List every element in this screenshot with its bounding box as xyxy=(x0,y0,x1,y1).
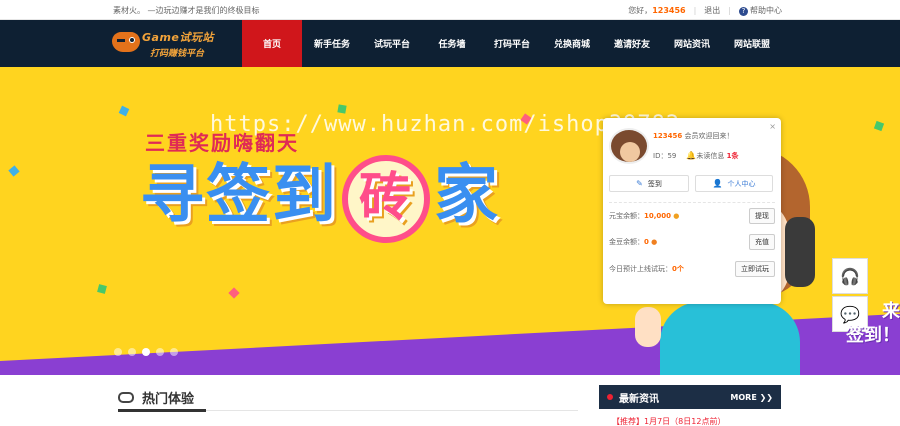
user-info-popup: × 123456 会员欢迎回来！ ID：59 🔔未读信息 1条 ✎ 签到 👤 个人中… xyxy=(603,118,781,304)
latest-news-title: 最新资讯 xyxy=(619,393,659,405)
user-id-value: 59 xyxy=(667,152,677,160)
coin-icon: ● xyxy=(673,212,680,220)
unread-messages[interactable]: 🔔未读信息 1条 xyxy=(686,151,738,161)
headphone-icon xyxy=(785,217,815,287)
logout-link[interactable]: 退出 xyxy=(704,5,720,16)
user-center-button[interactable]: 👤 个人中心 xyxy=(695,175,773,192)
help-icon: ? xyxy=(739,7,748,16)
top-right-links: 您好，123456 | 退出 | ? 帮助中心 xyxy=(628,5,782,16)
today-label: 今日预计上线试玩： xyxy=(609,265,672,273)
bean-icon: ● xyxy=(651,238,658,246)
divider: | xyxy=(728,6,731,15)
headset-icon[interactable]: 🎧 xyxy=(832,258,868,294)
user-greeting: 您好，123456 xyxy=(628,5,685,16)
yuanbao-label: 元宝余额： xyxy=(609,212,644,220)
nav-item-newbie-tasks[interactable]: 新手任务 xyxy=(302,20,362,67)
nav-item-coding-platform[interactable]: 打码平台 xyxy=(482,20,542,67)
today-trial-row: 今日预计上线试玩：0个 立即试玩 xyxy=(609,261,775,277)
banner-headline: 寻签到砖家 xyxy=(140,155,500,243)
checkin-float-text[interactable]: 来 签到！ xyxy=(840,300,900,348)
today-trial-count: 今日预计上线试玩：0个 xyxy=(609,264,684,274)
headline-brick: 砖 xyxy=(342,155,430,243)
news-more-label: MORE xyxy=(730,392,757,402)
carousel-dot[interactable] xyxy=(170,348,178,356)
yuanbao-balance: 元宝余额：10,000 ● xyxy=(609,211,679,221)
user-center-label: 个人中心 xyxy=(727,179,756,188)
carousel-dot-active[interactable] xyxy=(142,348,150,356)
jindou-value: 0 xyxy=(644,238,649,246)
latest-news-header: 最新资讯 MORE ❯❯ xyxy=(599,385,781,409)
logo-subtitle: 打码赚钱平台 xyxy=(150,49,205,59)
user-icon: 👤 xyxy=(712,179,723,188)
jindou-row: 金豆余额：0 ● 充值 xyxy=(609,234,775,250)
confetti-shape xyxy=(873,120,885,132)
top-utility-bar: 素材火。 —边玩边赚才是我们的终极目标 您好，123456 | 退出 | ? 帮助… xyxy=(0,0,900,20)
character-body xyxy=(660,302,800,375)
greeting-label: 您好， xyxy=(628,6,653,15)
nav-item-home[interactable]: 首页 xyxy=(242,20,302,67)
checkin-line-1: 来 xyxy=(882,301,900,322)
yuanbao-value: 10,000 xyxy=(644,212,672,220)
site-logo[interactable]: Game试玩站 打码赚钱平台 xyxy=(112,24,230,62)
carousel-dot[interactable] xyxy=(156,348,164,356)
jindou-balance: 金豆余额：0 ● xyxy=(609,237,657,247)
unread-label: 未读信息 xyxy=(696,152,725,160)
withdraw-button[interactable]: 提现 xyxy=(749,208,775,224)
hot-experience-label: 热门体验 xyxy=(142,392,195,407)
nav-item-alliance[interactable]: 网站联盟 xyxy=(722,20,782,67)
confetti-shape xyxy=(8,165,20,177)
popup-welcome: 123456 会员欢迎回来！ xyxy=(653,131,733,141)
checkin-line-2: 签到！ xyxy=(846,325,900,346)
today-value: 0个 xyxy=(672,265,684,273)
carousel-dots xyxy=(114,348,178,356)
page: 素材火。 —边玩边赚才是我们的终极目标 您好，123456 | 退出 | ? 帮助… xyxy=(0,0,900,426)
play-now-button[interactable]: 立即试玩 xyxy=(735,261,775,277)
nav-item-news[interactable]: 网站资讯 xyxy=(662,20,722,67)
popup-meta: ID：59 🔔未读信息 1条 xyxy=(653,151,738,161)
recharge-button[interactable]: 充值 xyxy=(749,234,775,250)
nav-item-trial-platform[interactable]: 试玩平台 xyxy=(362,20,422,67)
news-item[interactable]: 【推荐】1月7日（8日12点前） xyxy=(612,416,772,426)
top-username[interactable]: 123456 xyxy=(652,6,685,15)
news-dot-icon xyxy=(607,394,613,400)
divider: | xyxy=(693,6,697,15)
headline-part-a: 寻签到 xyxy=(140,158,338,233)
character-hand xyxy=(635,307,661,347)
signin-label: 签到 xyxy=(647,179,662,188)
nav-item-exchange-mall[interactable]: 兑换商城 xyxy=(542,20,602,67)
bell-icon: 🔔 xyxy=(686,151,697,160)
user-id-label: ID： xyxy=(653,152,668,160)
carousel-dot[interactable] xyxy=(128,348,136,356)
section-underline xyxy=(118,409,578,412)
signin-button[interactable]: ✎ 签到 xyxy=(609,175,689,192)
confetti-shape xyxy=(97,284,107,294)
user-id: ID：59 xyxy=(653,151,676,161)
carousel-dot[interactable] xyxy=(114,348,122,356)
avatar[interactable] xyxy=(609,128,649,164)
edit-icon: ✎ xyxy=(636,179,643,188)
divider xyxy=(609,202,775,203)
popup-username: 123456 xyxy=(653,132,683,140)
confetti-shape xyxy=(228,287,240,299)
nav-item-invite-friends[interactable]: 邀请好友 xyxy=(602,20,662,67)
confetti-shape xyxy=(118,105,130,117)
gamepad-logo-icon xyxy=(112,32,140,52)
logo-title: Game试玩站 xyxy=(142,31,214,44)
nav-item-task-wall[interactable]: 任务墙 xyxy=(422,20,482,67)
gamepad-icon xyxy=(118,392,134,403)
site-slogan: 素材火。 —边玩边赚才是我们的终极目标 xyxy=(113,6,260,15)
headline-part-b: 家 xyxy=(434,158,500,233)
unread-count: 1条 xyxy=(726,152,739,160)
popup-welcome-text: 会员欢迎回来！ xyxy=(684,132,734,140)
yuanbao-row: 元宝余额：10,000 ● 提现 xyxy=(609,208,775,224)
close-icon[interactable]: × xyxy=(769,122,776,131)
help-center-link[interactable]: ? 帮助中心 xyxy=(739,5,782,16)
nav-menu: 首页 新手任务 试玩平台 任务墙 打码平台 兑换商城 邀请好友 网站资讯 网站联… xyxy=(242,20,782,67)
help-center-label: 帮助中心 xyxy=(750,6,782,15)
main-navbar: Game试玩站 打码赚钱平台 首页 新手任务 试玩平台 任务墙 打码平台 兑换商… xyxy=(0,20,900,67)
jindou-label: 金豆余额： xyxy=(609,238,644,246)
news-more-link[interactable]: MORE ❯❯ xyxy=(730,393,773,402)
hot-experience-title: 热门体验 xyxy=(118,388,194,407)
